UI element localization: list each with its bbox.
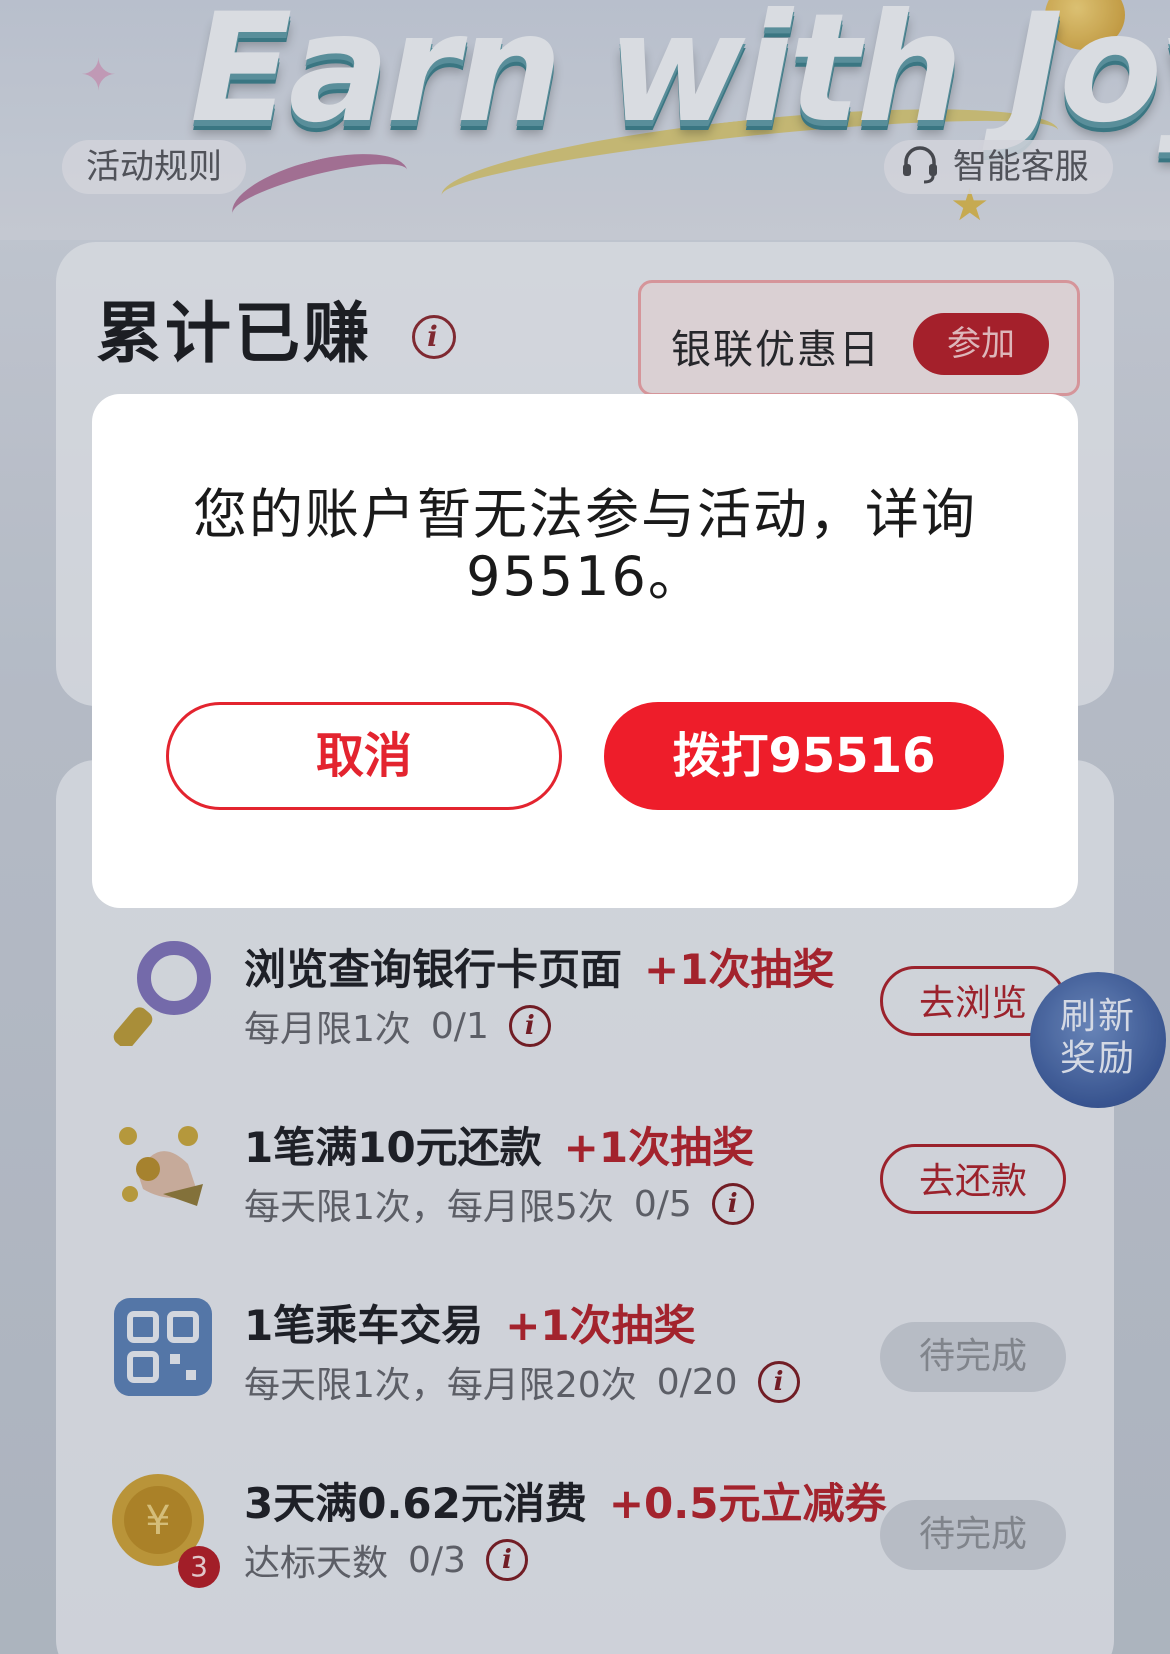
dialog-message: 您的账户暂无法参与活动，详询 95516。 xyxy=(152,484,1018,608)
dialog-message-line2: 95516。 xyxy=(466,545,704,608)
page: ✦ ★ Earn with Joy 活动规则 智能客服 累计已赚 i 银联优惠日… xyxy=(0,0,1170,1654)
dialog-message-line1: 您的账户暂无法参与活动，详询 xyxy=(193,483,977,546)
alert-dialog: 您的账户暂无法参与活动，详询 95516。 取消 拨打95516 xyxy=(92,394,1078,908)
call-button[interactable]: 拨打95516 xyxy=(604,702,1004,810)
cancel-button[interactable]: 取消 xyxy=(166,702,562,810)
